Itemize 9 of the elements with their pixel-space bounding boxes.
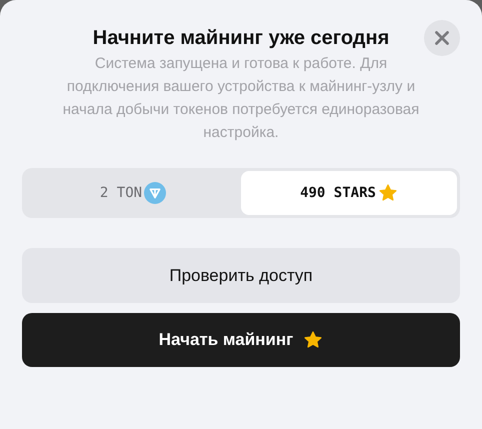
check-button[interactable]: Проверить доступ: [22, 248, 460, 303]
star-icon: [303, 330, 324, 350]
star-icon: [378, 183, 398, 203]
dialog-title: Начните майнинг уже сегодня: [92, 26, 390, 51]
start-button[interactable]: Начать майнинг: [22, 313, 460, 367]
payment-tab[interactable]: 490 STARS: [241, 171, 457, 215]
dialog-description: Система запущена и готова к работе. Для подключения вашего устройства к майнинг-узлу и начала добычи токенов потребуется единоразовая настройка.: [62, 54, 420, 143]
close-button[interactable]: [424, 20, 460, 56]
payment-tab[interactable]: 2 TON: [25, 171, 241, 215]
